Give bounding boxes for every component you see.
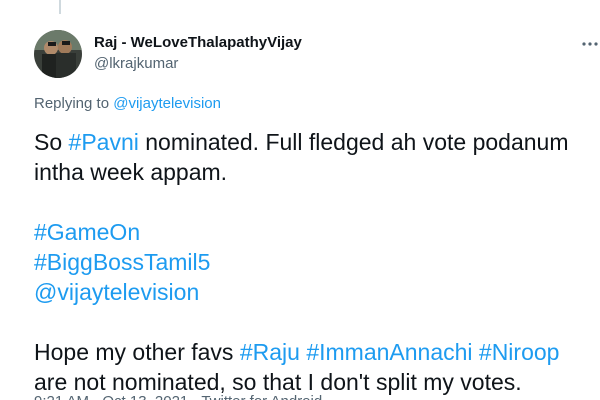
thread-connector-line	[59, 0, 61, 14]
text-fragment: nominated. Full fledged ah vote podanum	[138, 129, 569, 155]
hashtag-link[interactable]: #GameOn	[34, 219, 140, 245]
tweet-text: So #Pavni nominated. Full fledged ah vot…	[34, 127, 594, 397]
tweet-line-2: intha week appam.	[34, 159, 228, 185]
hashtag-link[interactable]: #Pavni	[69, 129, 139, 155]
display-name[interactable]: Raj - WeLoveThalapathyVijay	[94, 33, 302, 53]
hashtag-link[interactable]: #ImmanAnnachi	[306, 339, 472, 365]
replying-to-label: Replying to	[34, 95, 110, 112]
tweet-line-3: Hope my other favs #Raju #ImmanAnnachi #…	[34, 337, 594, 367]
tweet-meta: 9:21 AM · Oct 13, 2021 · Twitter for And…	[34, 392, 322, 400]
text-fragment: So	[34, 129, 69, 155]
more-options-icon[interactable]	[580, 34, 600, 54]
hashtag-link[interactable]: #Niroop	[479, 339, 560, 365]
user-handle[interactable]: @lkrajkumar	[94, 54, 302, 74]
tweet-author[interactable]: Raj - WeLoveThalapathyVijay @lkrajkumar	[94, 33, 302, 74]
tweet-page: Raj - WeLoveThalapathyVijay @lkrajkumar …	[0, 0, 600, 400]
replying-to-handle-link[interactable]: @vijaytelevision	[113, 95, 221, 112]
avatar[interactable]	[34, 30, 82, 78]
replying-to: Replying to @vijaytelevision	[34, 94, 221, 114]
text-fragment: Hope my other favs	[34, 339, 240, 365]
hashtag-link[interactable]: #BiggBossTamil5	[34, 249, 210, 275]
hashtag-link[interactable]: #Raju	[240, 339, 300, 365]
tweet-line-1: So #Pavni nominated. Full fledged ah vot…	[34, 127, 594, 157]
mention-link[interactable]: @vijaytelevision	[34, 279, 199, 305]
